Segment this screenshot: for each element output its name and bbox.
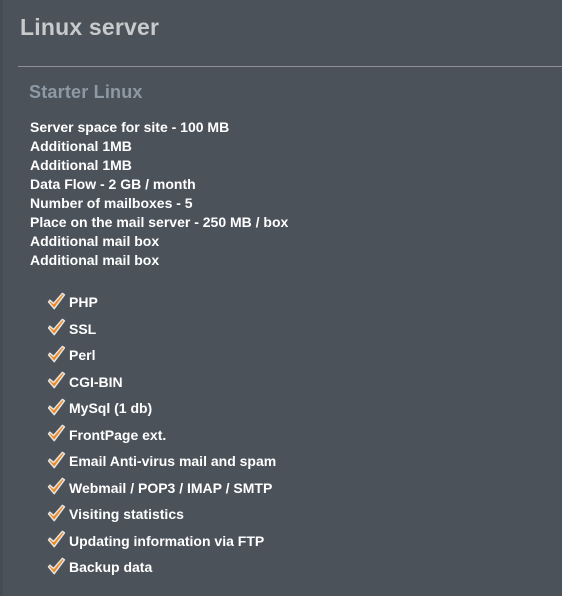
feature-item: CGI-BIN	[47, 368, 276, 395]
check-icon	[47, 345, 66, 363]
spec-line: Additional mail box	[30, 252, 160, 268]
check-icon	[47, 451, 66, 469]
feature-item: SSL	[47, 315, 276, 342]
feature-item: Email Anti-virus mail and spam	[47, 447, 276, 474]
spec-line: Data Flow - 2 GB / month	[30, 176, 196, 192]
spec-line: Additional 1MB	[30, 138, 132, 154]
feature-label: Updating information via FTP	[69, 532, 265, 549]
feature-label: SSL	[69, 320, 97, 337]
check-icon	[47, 398, 66, 416]
feature-item: Webmail / POP3 / IMAP / SMTP	[47, 474, 276, 501]
feature-label: FrontPage ext.	[69, 426, 167, 443]
feature-item: Visiting statistics	[47, 500, 276, 527]
plan-specifications-list: Server space for site - 100 MB Additional…	[30, 118, 288, 270]
feature-label: Email Anti-virus mail and spam	[69, 453, 277, 470]
feature-item: Updating information via FTP	[47, 527, 276, 554]
feature-label: Visiting statistics	[69, 506, 184, 523]
feature-item: Backup data	[47, 553, 276, 580]
spec-line: Additional mail box	[30, 233, 160, 249]
feature-label: Backup data	[69, 559, 153, 576]
check-icon	[47, 292, 66, 310]
check-icon	[47, 424, 66, 442]
feature-label: Webmail / POP3 / IMAP / SMTP	[69, 479, 273, 496]
feature-label: Perl	[69, 347, 96, 364]
check-icon	[47, 318, 66, 336]
feature-label: MySql (1 db)	[69, 400, 153, 417]
feature-item: Perl	[47, 341, 276, 368]
linux-server-plan-panel: Linux server Starter Linux Server space …	[0, 0, 562, 596]
spec-line: Additional 1MB	[30, 157, 132, 173]
feature-label: PHP	[69, 294, 98, 311]
feature-label: CGI-BIN	[69, 373, 123, 390]
check-icon	[47, 371, 66, 389]
spec-line: Number of mailboxes - 5	[30, 195, 193, 211]
check-icon	[47, 477, 66, 495]
check-icon	[47, 530, 66, 548]
feature-item: FrontPage ext.	[47, 421, 276, 448]
feature-item: PHP	[47, 288, 276, 315]
plan-features-list: PHP SSL Perl CGI-BIN MySql (1 db) FrontPage e…	[47, 288, 276, 580]
spec-line: Place on the mail server - 250 MB / box	[30, 214, 289, 230]
page-title: Linux server	[20, 14, 160, 40]
spec-line: Server space for site - 100 MB	[30, 119, 230, 135]
header-divider	[18, 66, 562, 67]
check-icon	[47, 557, 66, 575]
check-icon	[47, 504, 66, 522]
feature-item: MySql (1 db)	[47, 394, 276, 421]
plan-name-heading: Starter Linux	[29, 82, 143, 102]
